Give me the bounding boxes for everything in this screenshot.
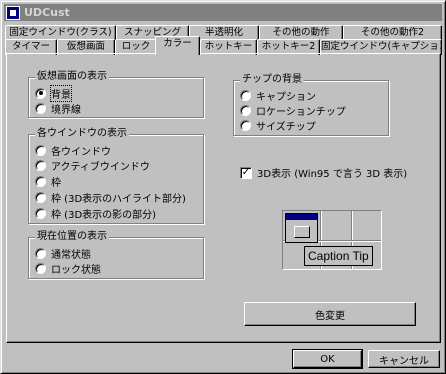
radio-boundary-label: 境界線 [51, 104, 81, 116]
radio-location-chip-label: ロケーションチップ [256, 106, 346, 118]
radio-frame-shadow[interactable]: 枠 (3D表示の影の部分) [35, 206, 157, 221]
preview-mini-window [285, 213, 318, 243]
three-d-label: 3D表示 (Win95 で言う 3D 表示) [257, 169, 408, 180]
app-icon [6, 5, 20, 20]
color-tab-panel: 仮想画面の表示 背景 境界線 各ウインドウの表示 各ウインドウ アクティブウイン… [6, 53, 441, 343]
radio-frame-button[interactable] [35, 175, 46, 187]
caption-tip-preview: Caption Tip [304, 246, 373, 266]
radio-frame[interactable]: 枠 [35, 174, 61, 189]
window-title: UDCust [24, 6, 70, 19]
ok-button[interactable]: OK [292, 349, 363, 369]
preview-mini-titlebar [286, 214, 317, 220]
radio-frame-shadow-button[interactable] [35, 207, 46, 219]
radio-each-window-label: 各ウインドウ [51, 146, 111, 158]
radio-background[interactable]: 背景 [35, 84, 72, 102]
radio-frame-label: 枠 [51, 177, 61, 189]
radio-lock-state[interactable]: ロック状態 [35, 261, 101, 276]
radio-caption[interactable]: キャプション [240, 88, 316, 103]
radio-size-chip-button[interactable] [240, 119, 251, 131]
radio-lock-state-button[interactable] [35, 262, 46, 274]
radio-normal-state-label: 通常状態 [51, 249, 91, 261]
radio-boundary-button[interactable] [35, 102, 46, 114]
color-preview[interactable]: Caption Tip [282, 210, 382, 270]
radio-normal-state-button[interactable] [35, 247, 46, 259]
chip-background-group: チップの背景 キャプション ロケーションチップ サイズチップ [233, 74, 389, 136]
virtual-screen-group-title: 仮想画面の表示 [35, 71, 109, 83]
radio-boundary[interactable]: 境界線 [35, 101, 81, 116]
current-position-group: 現在位置の表示 通常状態 ロック状態 [28, 231, 204, 279]
radio-each-window[interactable]: 各ウインドウ [35, 143, 111, 158]
window-display-group-title: 各ウインドウの表示 [35, 128, 129, 140]
cancel-button[interactable]: キャンセル [368, 350, 440, 368]
radio-caption-button[interactable] [240, 89, 251, 101]
preview-mini-button [294, 226, 310, 238]
change-color-button[interactable]: 色変更 [244, 302, 416, 326]
tab-color[interactable]: カラー [155, 36, 200, 55]
three-d-checkbox[interactable]: ✓ [240, 166, 252, 179]
radio-active-window[interactable]: アクティブウインドウ [35, 158, 150, 173]
dialog-window: UDCust 固定ウインドウ(クラス) スナッピング 半透明化 その他の動作 そ… [0, 0, 446, 374]
radio-background-button[interactable] [35, 87, 46, 99]
radio-each-window-button[interactable] [35, 144, 46, 156]
radio-frame-highlight-button[interactable] [35, 191, 46, 203]
radio-active-window-button[interactable] [35, 159, 46, 171]
radio-frame-shadow-label: 枠 (3D表示の影の部分) [51, 209, 157, 221]
three-d-checkbox-row[interactable]: ✓ 3D表示 (Win95 で言う 3D 表示) [240, 165, 407, 180]
radio-lock-state-label: ロック状態 [51, 264, 101, 276]
window-display-group: 各ウインドウの表示 各ウインドウ アクティブウインドウ 枠 枠 (3D表示のハイ… [28, 128, 204, 224]
title-bar[interactable]: UDCust [4, 4, 442, 21]
virtual-screen-group: 仮想画面の表示 背景 境界線 [28, 71, 204, 118]
chip-background-group-title: チップの背景 [240, 74, 304, 86]
radio-active-window-label: アクティブウインドウ [51, 161, 150, 173]
radio-normal-state[interactable]: 通常状態 [35, 246, 91, 261]
radio-frame-highlight-label: 枠 (3D表示のハイライト部分) [51, 193, 186, 205]
radio-size-chip-label: サイズチップ [256, 121, 316, 133]
radio-size-chip[interactable]: サイズチップ [240, 118, 316, 133]
radio-location-chip[interactable]: ロケーションチップ [240, 103, 346, 118]
radio-frame-highlight[interactable]: 枠 (3D表示のハイライト部分) [35, 190, 186, 205]
radio-background-label: 背景 [50, 84, 72, 102]
current-position-group-title: 現在位置の表示 [35, 231, 109, 243]
radio-caption-label: キャプション [256, 91, 316, 103]
radio-location-chip-button[interactable] [240, 104, 251, 116]
